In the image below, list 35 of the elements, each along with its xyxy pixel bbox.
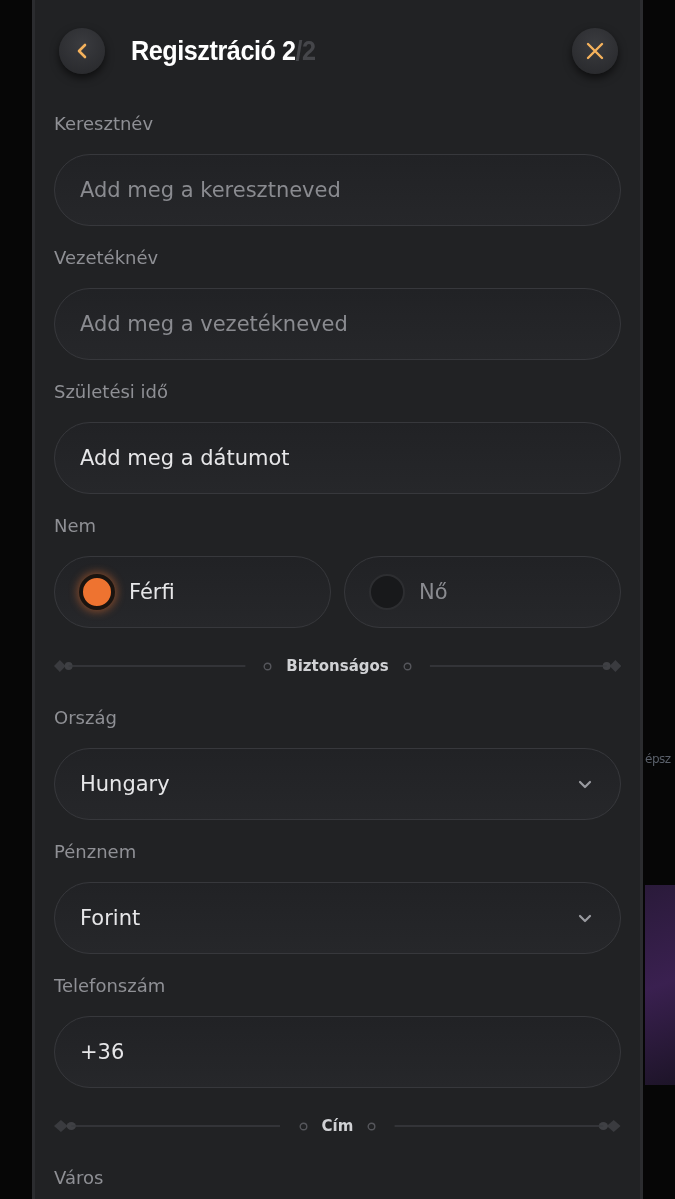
date-prompt: Add meg a dátumot bbox=[80, 446, 290, 470]
field-label: Születési idő bbox=[54, 380, 170, 404]
section-heading: Biztonságos bbox=[286, 657, 389, 675]
ring-icon bbox=[263, 661, 273, 671]
select-value: Forint bbox=[80, 906, 141, 930]
radio-label: Férfi bbox=[129, 580, 175, 604]
radio-button[interactable] bbox=[79, 574, 115, 610]
select-value: Hungary bbox=[80, 772, 170, 796]
input-field[interactable]: +36 bbox=[54, 1016, 621, 1088]
section-heading: Cím bbox=[321, 1117, 354, 1135]
chevron-down-icon bbox=[578, 913, 592, 923]
field-label: Pénznem bbox=[54, 840, 138, 864]
select-field[interactable]: Hungary bbox=[54, 748, 621, 820]
radio-option[interactable]: Nő bbox=[344, 556, 621, 628]
field-label: Nem bbox=[54, 514, 98, 538]
radio-option[interactable]: Férfi bbox=[54, 556, 331, 628]
close-icon bbox=[586, 42, 604, 60]
input-field[interactable]: Add meg a keresztneved bbox=[54, 154, 621, 226]
back-button[interactable] bbox=[59, 28, 105, 74]
select-field[interactable]: Forint bbox=[54, 882, 621, 954]
date-field[interactable]: Add meg a dátumot bbox=[54, 422, 621, 494]
input-field[interactable]: Add meg a vezetékneved bbox=[54, 288, 621, 360]
field-label: Keresztnév bbox=[54, 112, 155, 136]
field-label: Telefonszám bbox=[54, 974, 167, 998]
radio-label: Nő bbox=[419, 580, 448, 604]
background-text: épsz bbox=[645, 752, 671, 766]
close-button[interactable] bbox=[572, 28, 618, 74]
ring-icon bbox=[402, 661, 412, 671]
field-label: Vezetéknév bbox=[54, 246, 160, 270]
ring-icon bbox=[298, 1121, 308, 1131]
field-label: Város bbox=[54, 1166, 105, 1190]
chevron-left-icon bbox=[76, 43, 88, 59]
chevron-down-icon bbox=[578, 779, 592, 789]
field-label: Ország bbox=[54, 706, 118, 730]
ring-icon bbox=[367, 1121, 377, 1131]
